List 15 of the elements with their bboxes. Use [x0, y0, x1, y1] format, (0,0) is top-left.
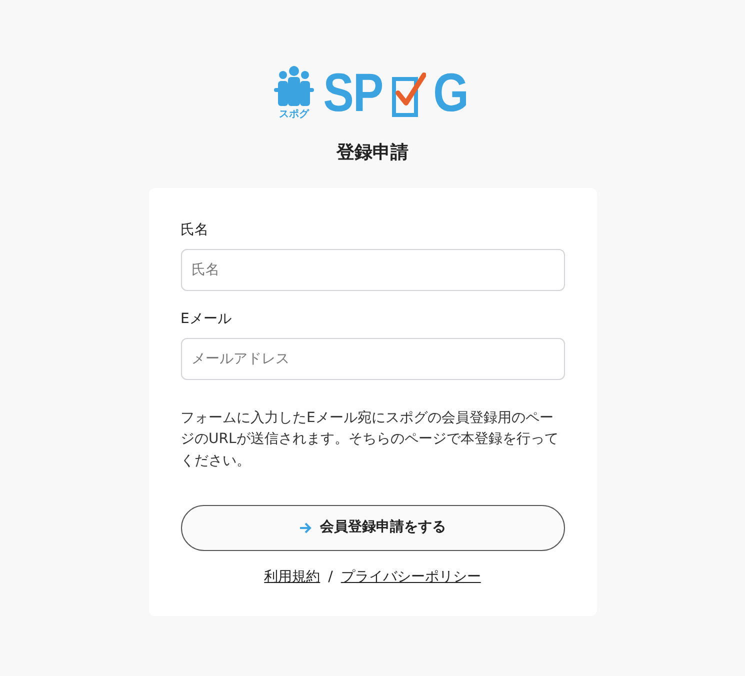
field-label: Eメール [180, 310, 232, 329]
page-title: 登録申請 [336, 142, 408, 164]
input-field[interactable]: メールアドレス [180, 338, 564, 380]
footer-link[interactable]: 利用規約 [264, 566, 320, 588]
logo-wordmark: G [433, 66, 468, 120]
footer-link[interactable]: プライバシーポリシー [340, 566, 481, 588]
form-note: フォームに入力したEメール宛にスポグの会員登録用のページのURLが送信されます。そちらのページで本登録を行ってください。 [180, 408, 560, 471]
logo-tagline: スポグ [278, 110, 309, 120]
field-label: 氏名 [180, 220, 210, 240]
arrow-icon [299, 522, 312, 534]
checkbox-check-icon [392, 71, 426, 117]
submit-button[interactable]: 会員登録申請をする [180, 504, 564, 551]
link-separator: / [328, 568, 333, 587]
logo-wordmark: SP [323, 66, 383, 120]
input-field[interactable]: 氏名 [180, 248, 564, 291]
